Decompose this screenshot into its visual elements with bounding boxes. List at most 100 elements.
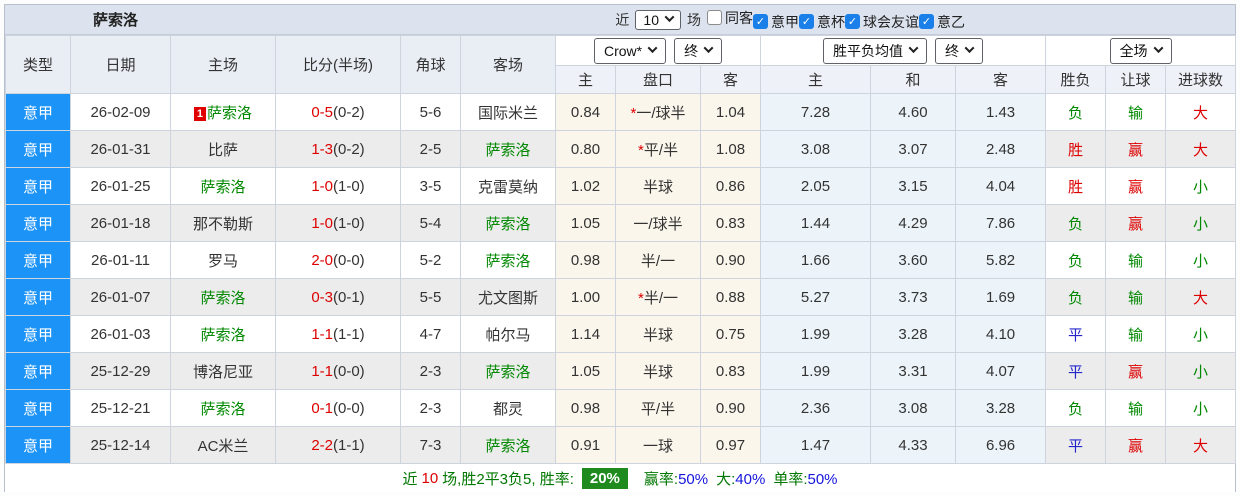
- result-cell: 负: [1045, 93, 1107, 131]
- scope-group-header: 全场: [1045, 35, 1237, 66]
- date-cell: 25-12-14: [70, 426, 171, 464]
- match-type-cell: 意甲: [5, 93, 71, 131]
- score-cell: 1-0(1-0): [275, 167, 401, 205]
- team-name: 萨索洛: [485, 437, 531, 455]
- avg-away-cell: 4.07: [955, 352, 1047, 390]
- result-cell: 负: [1045, 204, 1107, 242]
- halftime-score: (0-0): [333, 251, 365, 269]
- avg-away-cell: 6.96: [955, 426, 1047, 464]
- league-checkbox-1[interactable]: ✓ 意甲: [753, 12, 799, 32]
- league-checkbox-4[interactable]: ✓ 意乙: [919, 12, 965, 32]
- team-name: 比萨: [207, 141, 238, 159]
- table-row: 意甲 25-12-21 萨索洛 0-1(0-0) 2-3 都灵 0.98 平/半 0.90 2.3…: [5, 389, 1237, 427]
- stat-label: 单率:: [773, 470, 808, 488]
- fulltime-score: 1-0: [311, 177, 333, 195]
- home-team-cell: 博洛尼亚: [170, 352, 276, 390]
- let-result-cell: 输: [1105, 93, 1167, 131]
- let-result-cell: 赢: [1105, 167, 1167, 205]
- avg-draw-cell: 3.08: [870, 389, 957, 427]
- team-name: 萨索洛: [200, 289, 246, 307]
- avg-away-cell: 4.04: [955, 167, 1047, 205]
- league-checkbox-group: 同客 ✓ 意甲 ✓ 意杯 ✓ 球会友谊 ✓ 意乙: [707, 8, 965, 32]
- odds-home-cell: 0.91: [555, 426, 616, 464]
- fulltime-score: 1-1: [311, 362, 333, 380]
- match-type-cell: 意甲: [5, 352, 71, 390]
- recent-count-select[interactable]: 10: [635, 9, 681, 30]
- checkbox-label: 意甲: [771, 13, 799, 30]
- odds-home-cell: 0.98: [555, 241, 616, 279]
- avg-draw-cell: 4.29: [870, 204, 957, 242]
- company-time-select[interactable]: 终: [674, 37, 723, 64]
- checkbox-label: 同客: [725, 9, 753, 26]
- chevron-down-icon: [1153, 42, 1164, 53]
- match-type-cell: 意甲: [5, 167, 71, 205]
- date-cell: 25-12-29: [70, 352, 171, 390]
- avg-away-cell: 7.86: [955, 204, 1047, 242]
- fulltime-score: 0-1: [311, 399, 333, 417]
- goals-result-cell: 小: [1165, 389, 1237, 427]
- halftime-score: (1-1): [333, 436, 365, 454]
- result-cell: 平: [1045, 426, 1107, 464]
- avg-select[interactable]: 胜平负均值: [823, 37, 928, 64]
- avg-draw-cell: 4.60: [870, 93, 957, 131]
- date-cell: 26-02-09: [70, 93, 171, 131]
- table-row: 意甲 25-12-29 博洛尼亚 1-1(0-0) 2-3 萨索洛 1.05 半球 0.83 1.…: [5, 352, 1237, 390]
- goals-result-cell: 小: [1165, 204, 1237, 242]
- corner-cell: 4-7: [400, 315, 461, 353]
- stats-panel: 萨索洛 近 10 场 同客 ✓ 意甲 ✓ 意杯 ✓ 球会友谊 ✓ 意乙 类型 日期 主场 比分(…: [4, 4, 1237, 492]
- date-cell: 26-01-18: [70, 204, 171, 242]
- col-header-avg-draw: 和: [870, 65, 957, 94]
- handicap-cell: 平/半: [615, 389, 701, 427]
- col-header-handicap: 盘口: [615, 65, 701, 94]
- score-cell: 0-5(0-2): [275, 93, 401, 131]
- avg-home-cell: 1.66: [760, 241, 872, 279]
- checkbox-icon: ✓: [799, 14, 814, 29]
- handicap-cell: 半球: [615, 352, 701, 390]
- result-cell: 平: [1045, 352, 1107, 390]
- league-checkbox-2[interactable]: ✓ 意杯: [799, 12, 845, 32]
- avg-home-cell: 3.08: [760, 130, 872, 168]
- team-name: AC米兰: [197, 437, 249, 455]
- col-header-type: 类型: [5, 35, 71, 94]
- avg-home-cell: 7.28: [760, 93, 872, 131]
- odds-home-cell: 1.00: [555, 278, 616, 316]
- avg-time-select[interactable]: 终: [935, 37, 984, 64]
- home-team-cell: 萨索洛: [170, 167, 276, 205]
- corner-cell: 5-4: [400, 204, 461, 242]
- team-name: 萨索洛: [485, 141, 531, 159]
- date-cell: 26-01-03: [70, 315, 171, 353]
- odds-home-cell: 1.02: [555, 167, 616, 205]
- scope-select-value: 全场: [1119, 42, 1148, 59]
- halftime-score: (0-0): [333, 362, 365, 380]
- team-name: 萨索洛: [200, 326, 246, 344]
- col-header-odds-home: 主: [555, 65, 616, 94]
- away-team-cell: 萨索洛: [460, 352, 556, 390]
- avg-home-cell: 1.47: [760, 426, 872, 464]
- stat-value: 50%: [807, 470, 838, 488]
- team-name: 萨索洛: [485, 252, 531, 270]
- summary-stats: 赢率:50% 大:40% 单率:50%: [636, 468, 838, 489]
- team-name: 萨索洛: [207, 104, 253, 122]
- handicap-value: 半/一: [643, 289, 678, 307]
- avg-home-cell: 1.99: [760, 315, 872, 353]
- col-header-score: 比分(半场): [275, 35, 401, 94]
- team-name: 萨索洛: [200, 400, 246, 418]
- let-result-cell: 输: [1105, 278, 1167, 316]
- odds-away-cell: 0.88: [699, 278, 762, 316]
- halftime-score: (0-2): [333, 103, 365, 121]
- table-row: 意甲 26-01-25 萨索洛 1-0(1-0) 3-5 克雷莫纳 1.02 半球 0.86 2.…: [5, 167, 1237, 205]
- league-checkbox-3[interactable]: ✓ 球会友谊: [845, 12, 919, 32]
- avg-draw-cell: 3.15: [870, 167, 957, 205]
- company-select[interactable]: Crow*: [593, 37, 667, 64]
- rank-badge: 1: [193, 106, 207, 121]
- col-header-away: 客场: [460, 35, 556, 94]
- league-checkbox-0[interactable]: 同客: [707, 8, 753, 28]
- scope-select[interactable]: 全场: [1109, 37, 1172, 64]
- avg-home-cell: 1.44: [760, 204, 872, 242]
- games-label: 场: [687, 11, 701, 28]
- matches-table: 类型 日期 主场 比分(半场) 角球 客场 Crow* 终 胜平负均值 终 全场…: [5, 35, 1237, 464]
- goals-result-cell: 小: [1165, 315, 1237, 353]
- recent-count-value: 10: [643, 11, 659, 28]
- result-cell: 胜: [1045, 130, 1107, 168]
- team-name: 萨索洛: [485, 363, 531, 381]
